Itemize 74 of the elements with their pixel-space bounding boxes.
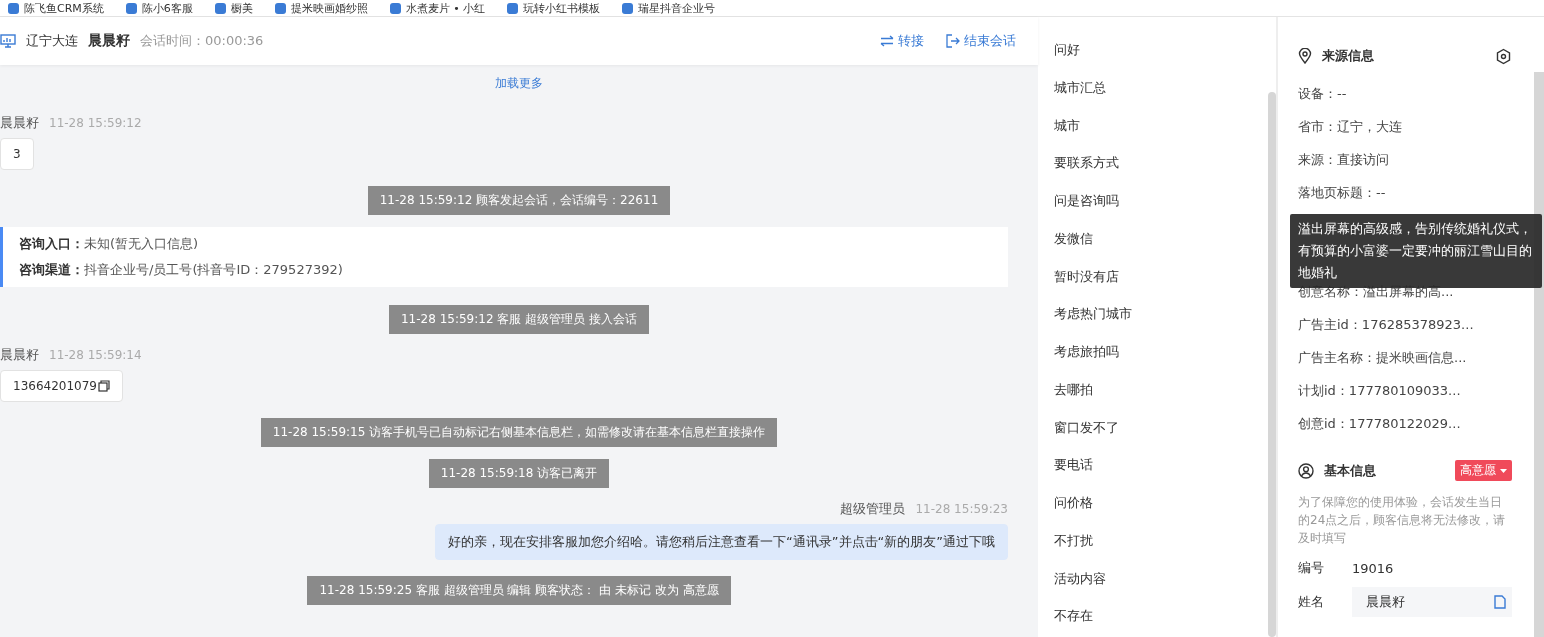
bookmark-link[interactable]: 橱美 [214, 0, 253, 16]
visitor-name: 晨晨籽 [88, 32, 130, 50]
field-label: 编号 [1298, 559, 1325, 577]
quick-reply-item[interactable]: 不打扰 [1054, 523, 1268, 562]
document-icon[interactable] [1494, 595, 1506, 609]
scrollbar[interactable] [1268, 92, 1276, 637]
sender-name: 晨晨籽 [0, 114, 39, 132]
message-bubble: 好的亲，现在安排客服加您介绍哈。请您稍后注意查看一下“通讯录”并点击“新的朋友”通过下哦 [435, 524, 1008, 560]
bookmark-link[interactable]: 陈小6客服 [125, 0, 193, 16]
source-field: 创意id：177780122029... [1298, 407, 1512, 440]
settings-icon[interactable] [1495, 47, 1512, 65]
quick-reply-item[interactable]: 考虑旅拍吗 [1054, 335, 1268, 373]
name-field[interactable]: 晨晨籽 [1352, 587, 1512, 617]
field-label: 姓名 [1298, 593, 1325, 611]
quick-reply-item[interactable]: 不存在 [1054, 599, 1268, 637]
quick-reply-item[interactable]: 问价格 [1054, 486, 1268, 524]
source-field: 广告主id：176285378923... [1298, 308, 1512, 341]
source-field: 省市：辽宁，大连 [1298, 110, 1512, 143]
message-time: 11-28 15:59:12 [49, 116, 142, 130]
message-bubble: 13664201079 [0, 370, 123, 402]
quick-reply-item[interactable]: 城市汇总 [1054, 70, 1268, 109]
quick-reply-item[interactable]: 要电话 [1054, 448, 1268, 486]
quick-reply-item[interactable]: 城市 [1054, 108, 1268, 147]
source-field: 计划id：177780109033... [1298, 374, 1512, 407]
quick-reply-item[interactable]: 发微信 [1054, 221, 1268, 260]
source-field: 来源：直接访问 [1298, 143, 1512, 176]
system-notice: 11-28 15:59:15 访客手机号已自动标记右侧基本信息栏，如需修改请在基本信息栏直接操作 [260, 418, 778, 447]
exit-icon [946, 34, 960, 48]
quick-reply-item[interactable]: 问好 [1054, 33, 1268, 71]
message-time: 11-28 15:59:14 [49, 348, 142, 362]
section-title: 基本信息 [1324, 461, 1376, 480]
source-field: 落地页标题：-- [1298, 176, 1512, 209]
bookmark-link[interactable]: 陈飞鱼CRM系统 [8, 0, 104, 16]
sender-name: 晨晨籽 [0, 346, 39, 364]
notice-text: 为了保障您的使用体验，会话发生当日的24点之后，顾客信息将无法修改，请及时填写 [1298, 494, 1507, 547]
bookmark-link[interactable]: 玩转小红书模板 [507, 0, 601, 16]
quick-reply-item[interactable]: 窗口发不了 [1054, 410, 1268, 449]
monitor-icon [0, 33, 16, 49]
quick-reply-item[interactable]: 活动内容 [1054, 561, 1268, 600]
transfer-icon [880, 35, 894, 47]
source-field: 设备：-- [1298, 77, 1512, 110]
load-more-link[interactable]: 加载更多 [495, 75, 543, 92]
transfer-button[interactable]: 转接 [880, 32, 924, 50]
session-time: 会话时间：00:00:36 [140, 32, 264, 50]
visitor-location: 辽宁大连 [26, 32, 78, 50]
system-notice: 11-28 15:59:25 客服 超级管理员 编辑 顾客状态： 由 未标记 改为 高意愿 [307, 576, 731, 605]
info-value: 抖音企业号/员工号(抖音号ID：279527392) [84, 262, 343, 277]
quick-reply-item[interactable]: 问是咨询吗 [1054, 184, 1268, 222]
scrollbar[interactable] [1534, 72, 1544, 637]
system-notice: 11-28 15:59:12 顾客发起会话，会话编号：22611 [367, 186, 671, 215]
info-label: 咨询入口： [19, 236, 84, 251]
copy-icon[interactable] [98, 380, 110, 392]
info-label: 咨询渠道： [19, 262, 84, 277]
location-pin-icon [1298, 48, 1312, 64]
bookmark-link[interactable]: 水煮麦片 • 小红 [389, 0, 486, 16]
quick-reply-item[interactable]: 暂时没有店 [1054, 259, 1268, 298]
field-value: 19016 [1352, 560, 1394, 576]
quick-reply-item[interactable]: 要联系方式 [1054, 146, 1268, 184]
sender-name: 超级管理员 [840, 500, 906, 518]
quick-reply-item[interactable]: 去哪拍 [1054, 372, 1268, 411]
bookmark-link[interactable]: 提米映画婚纱照 [274, 0, 368, 16]
bookmark-link[interactable]: 瑞星抖音企业号 [622, 0, 716, 16]
caret-icon [1500, 468, 1507, 473]
section-title: 来源信息 [1322, 47, 1374, 65]
message-time: 11-28 15:59:23 [915, 502, 1008, 516]
message-bubble: 3 [0, 138, 34, 170]
info-value: 未知(暂无入口信息) [84, 236, 199, 251]
end-session-button[interactable]: 结束会话 [946, 32, 1016, 50]
source-field: 广告主名称：提米映画信息... [1298, 341, 1512, 374]
system-notice: 11-28 15:59:18 访客已离开 [428, 459, 610, 488]
status-dropdown[interactable]: 高意愿 [1455, 460, 1512, 481]
user-icon [1298, 462, 1314, 479]
quick-reply-item[interactable]: 考虑热门城市 [1054, 297, 1268, 335]
system-notice: 11-28 15:59:12 客服 超级管理员 接入会话 [389, 305, 649, 334]
